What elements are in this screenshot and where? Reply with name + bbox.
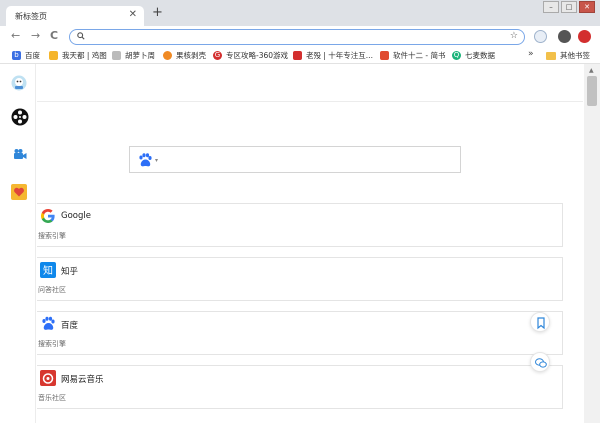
folder-icon: [546, 51, 556, 60]
site-card-title: 百度: [61, 321, 79, 331]
new-tab-button[interactable]: +: [152, 6, 163, 19]
bookmark-item[interactable]: 软件十二 - 简书: [380, 50, 445, 61]
tab-strip: 新标签页 ✕ + – □ ✕: [0, 0, 600, 26]
site-card-subtitle: 音乐社区: [38, 394, 66, 402]
baidu-paw-icon: b: [12, 51, 21, 60]
bookmark-item[interactable]: 胡萝卜周: [112, 50, 155, 61]
site-favicon-icon: Q: [452, 51, 461, 60]
bookmark-baidu[interactable]: b 百度: [12, 50, 40, 61]
bookmark-icon: [537, 317, 545, 330]
toolbar: ← → C ☆: [0, 26, 600, 48]
bookmark-item[interactable]: G 专区攻略-360游戏: [213, 50, 288, 61]
site-favicon-icon: [112, 51, 121, 60]
bookmark-star-icon[interactable]: ☆: [510, 31, 518, 41]
profile-icon[interactable]: [558, 30, 571, 43]
svg-text:知: 知: [43, 264, 53, 277]
minimize-button[interactable]: –: [543, 1, 559, 13]
bookmark-item[interactable]: 老殁 | 十年专注互...: [293, 50, 373, 61]
scrollbar-thumb[interactable]: [587, 76, 597, 106]
baidu-paw-icon: [42, 316, 55, 330]
site-card-baidu[interactable]: 百度 搜索引擎: [37, 311, 563, 355]
search-input[interactable]: [166, 152, 451, 168]
tab-close-icon[interactable]: ✕: [129, 9, 137, 20]
bookmark-item[interactable]: 果核剥壳: [163, 50, 206, 61]
bookmarks-overflow-button[interactable]: »: [528, 49, 534, 59]
netease-music-logo-icon: [40, 370, 56, 386]
left-sidebar: [0, 64, 36, 423]
maximize-button[interactable]: □: [561, 1, 577, 13]
search-engine-selector[interactable]: ▾: [137, 153, 158, 168]
site-card-netease-music[interactable]: 网易云音乐 音乐社区: [37, 365, 563, 409]
other-bookmarks-folder[interactable]: 其他书签: [546, 50, 590, 61]
bookmark-item[interactable]: 我天都 | 鸡图: [49, 50, 107, 61]
site-card-google[interactable]: Google 搜索引擎: [37, 203, 563, 247]
search-box[interactable]: ▾: [129, 146, 461, 173]
tab-new-tab[interactable]: 新标签页 ✕: [6, 6, 144, 26]
site-card-subtitle: 搜索引擎: [38, 232, 66, 240]
chevron-down-icon: ▾: [155, 157, 159, 164]
page-content: ▾ Google 搜索引擎 知 知乎 问答社区 百度 搜索引擎 网易云音乐 音乐…: [0, 64, 600, 423]
bookmarks-bar: b 百度 我天都 | 鸡图 胡萝卜周 果核剥壳 G 专区攻略-360游戏 老殁 | …: [0, 48, 600, 64]
tab-title: 新标签页: [15, 12, 47, 21]
scroll-up-arrow-icon[interactable]: ▲: [589, 67, 594, 74]
avatar[interactable]: [11, 75, 27, 91]
header-divider: [37, 101, 583, 102]
bookmark-float-button[interactable]: [530, 312, 550, 332]
address-bar[interactable]: ☆: [69, 29, 525, 45]
favorites-heart-icon[interactable]: [11, 184, 27, 200]
baidu-paw-icon: [139, 153, 152, 167]
bookmark-item[interactable]: Q 七麦数据: [452, 50, 495, 61]
film-reel-icon[interactable]: [11, 108, 29, 126]
window-controls: – □ ✕: [541, 1, 595, 13]
site-card-title: Google: [61, 211, 91, 221]
site-card-title: 知乎: [61, 267, 79, 277]
site-favicon-icon: G: [213, 51, 222, 60]
zhihu-logo-icon: 知: [40, 262, 56, 278]
forward-button[interactable]: →: [31, 30, 40, 42]
video-camera-icon[interactable]: [13, 148, 27, 160]
menu-extension-icon[interactable]: [578, 30, 591, 43]
site-card-subtitle: 搜索引擎: [38, 340, 66, 348]
google-logo-icon: [41, 209, 55, 223]
site-favicon-icon: [49, 51, 58, 60]
back-button[interactable]: ←: [11, 30, 20, 42]
site-card-subtitle: 问答社区: [38, 286, 66, 294]
site-favicon-icon: [293, 51, 302, 60]
address-input[interactable]: [90, 31, 490, 43]
site-favicon-icon: [163, 51, 172, 60]
site-card-zhihu[interactable]: 知 知乎 问答社区: [37, 257, 563, 301]
wechat-float-button[interactable]: [530, 352, 550, 372]
site-card-title: 网易云音乐: [61, 375, 104, 385]
search-icon: [77, 32, 85, 42]
close-window-button[interactable]: ✕: [579, 1, 595, 13]
site-favicon-icon: [380, 51, 389, 60]
page-scrollbar[interactable]: ▲: [584, 64, 600, 423]
wechat-icon: [535, 358, 547, 368]
reload-button[interactable]: C: [50, 30, 58, 42]
extension-icon[interactable]: [534, 30, 547, 43]
